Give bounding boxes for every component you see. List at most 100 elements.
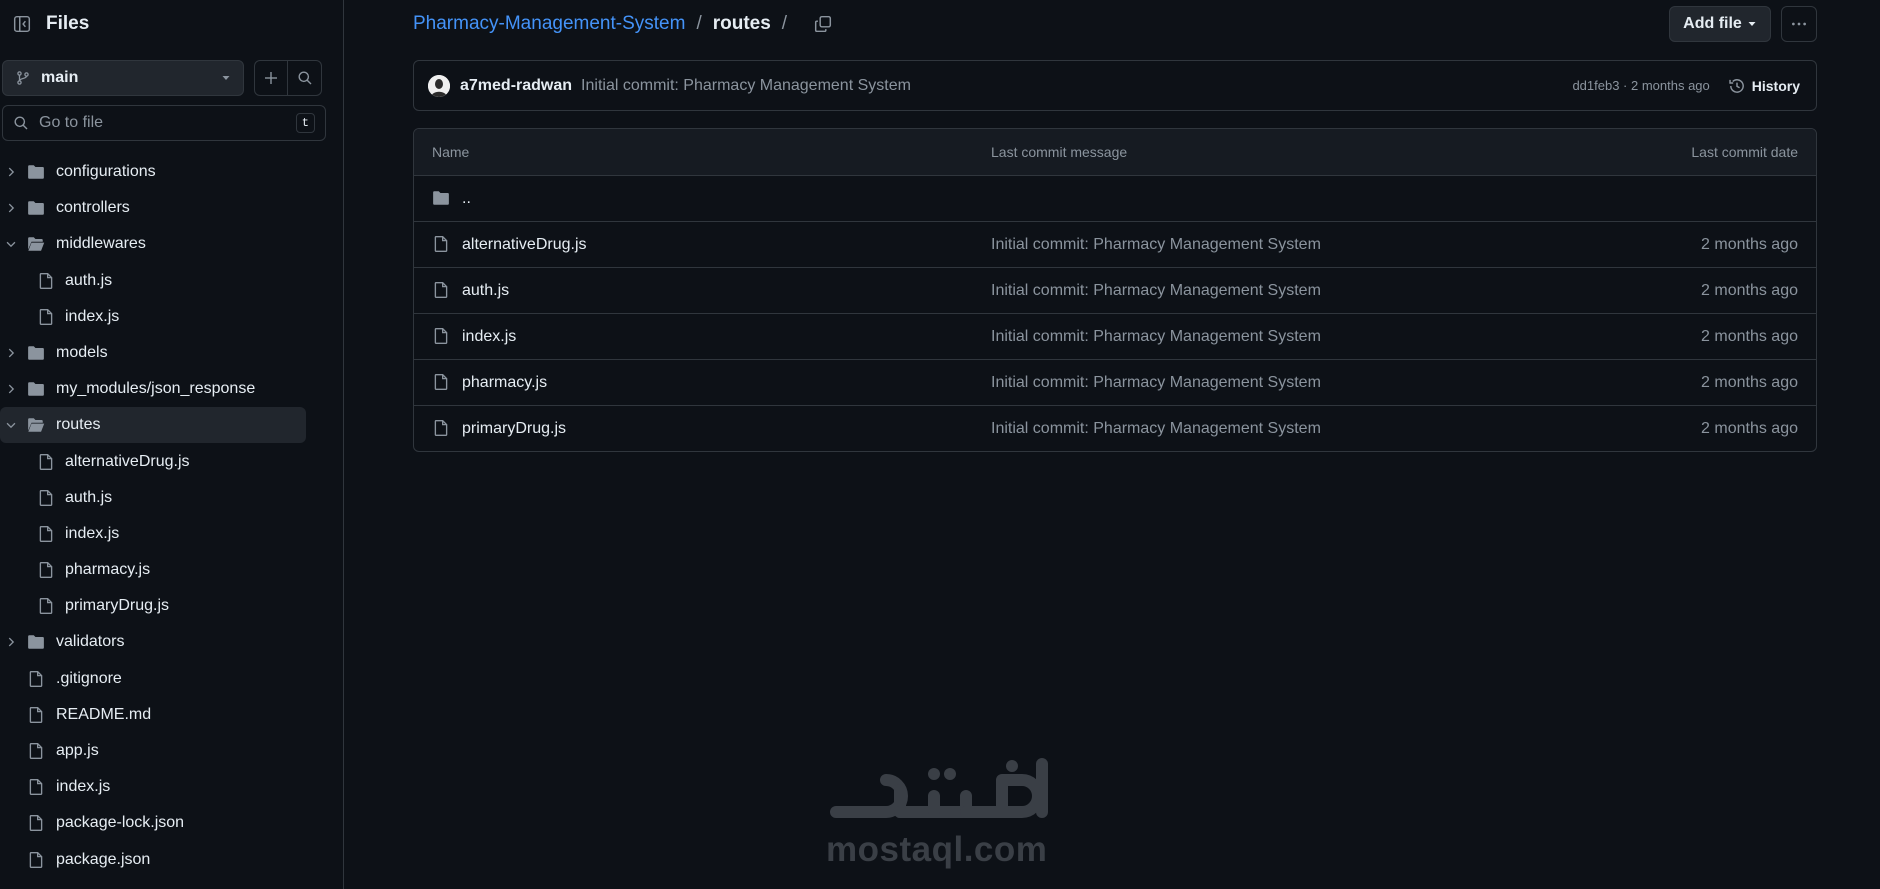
keyboard-shortcut-hint: t xyxy=(295,113,315,133)
triangle-down-icon xyxy=(1748,22,1756,26)
chevron-down-icon[interactable] xyxy=(4,418,18,432)
file-name-link[interactable]: auth.js xyxy=(462,282,509,300)
copy-path-button[interactable] xyxy=(812,13,834,35)
search-icon xyxy=(298,71,311,85)
commit-message-link[interactable]: Initial commit: Pharmacy Management Syst… xyxy=(991,236,1321,254)
chevron-down-icon[interactable] xyxy=(4,237,18,251)
column-header-date: Last commit date xyxy=(1691,144,1798,160)
folder-icon xyxy=(27,344,45,362)
file-icon xyxy=(432,373,450,391)
search-code-button[interactable] xyxy=(288,60,322,96)
parent-directory-row[interactable]: .. xyxy=(414,176,1816,222)
tree-item-label: models xyxy=(56,343,108,361)
go-to-file-input[interactable] xyxy=(37,113,296,133)
tree-folder-item[interactable]: my_modules/json_response xyxy=(0,371,320,407)
tree-file-item[interactable]: package.json xyxy=(0,842,320,878)
history-button[interactable]: History xyxy=(1728,77,1800,95)
tree-item-label: configurations xyxy=(56,163,156,180)
table-row[interactable]: alternativeDrug.js Initial commit: Pharma… xyxy=(414,222,1816,268)
go-to-file-field[interactable]: t xyxy=(2,105,326,141)
tree-file-item[interactable]: index.js xyxy=(0,299,320,335)
more-options-button[interactable] xyxy=(1781,6,1817,42)
add-file-label: Add file xyxy=(1683,15,1742,32)
branch-controls: main xyxy=(2,60,326,96)
file-icon xyxy=(27,670,45,688)
file-tree-sidebar: Files main Go to file t configurations c… xyxy=(0,0,344,889)
chevron-right-icon[interactable] xyxy=(4,346,18,360)
breadcrumb-repo-link[interactable]: Pharmacy-Management-System xyxy=(413,13,685,35)
tree-file-item[interactable]: pharmacy.js xyxy=(0,552,320,588)
breadcrumb-separator: / xyxy=(696,13,702,34)
commit-message-link[interactable]: Initial commit: Pharmacy Management Syst… xyxy=(991,328,1321,346)
column-header-message: Last commit message xyxy=(991,144,1128,160)
commit-message-link[interactable]: Initial commit: Pharmacy Management Syst… xyxy=(991,420,1321,438)
commit-message-link[interactable]: Initial commit: Pharmacy Management Syst… xyxy=(991,282,1321,300)
file-name-link[interactable]: primaryDrug.js xyxy=(462,420,566,438)
file-icon xyxy=(37,489,55,507)
sidebar-collapse-icon xyxy=(13,15,31,33)
chevron-right-icon[interactable] xyxy=(4,635,18,649)
avatar[interactable] xyxy=(428,74,450,97)
file-icon xyxy=(27,814,45,832)
tree-item-label: auth.js xyxy=(65,271,113,289)
chevron-right-icon[interactable] xyxy=(4,382,18,396)
file-name-link[interactable]: alternativeDrug.js xyxy=(462,236,587,254)
file-icon xyxy=(37,272,55,290)
folder-icon xyxy=(433,191,449,205)
add-file-button[interactable]: Add file xyxy=(1669,6,1771,42)
branch-name: main xyxy=(41,69,79,86)
tree-file-item[interactable]: auth.js xyxy=(0,263,320,299)
tree-item-label: my_modules/json_response xyxy=(56,380,256,398)
commit-message-link[interactable]: Initial commit: Pharmacy Management Syst… xyxy=(991,374,1321,392)
file-name-link[interactable]: index.js xyxy=(462,328,516,346)
copy-icon xyxy=(815,15,832,33)
chevron-right-icon[interactable] xyxy=(4,165,18,179)
directory-listing-table: Name Last commit message Last commit dat… xyxy=(413,128,1817,452)
tree-file-item[interactable]: .gitignore xyxy=(0,661,320,697)
file-name-link[interactable]: pharmacy.js xyxy=(462,374,547,392)
tree-file-item[interactable]: package-lock.json xyxy=(0,805,320,841)
tree-file-item[interactable]: README.md xyxy=(0,697,320,733)
history-icon xyxy=(1729,78,1744,93)
triangle-down-icon xyxy=(222,76,230,80)
folder-icon xyxy=(27,163,45,181)
commit-message[interactable]: Initial commit: Pharmacy Management Syst… xyxy=(581,77,1572,95)
tree-file-item[interactable]: index.js xyxy=(0,769,320,805)
commit-hash-age[interactable]: dd1feb3 · 2 months ago xyxy=(1572,78,1709,93)
mostaql-logo-watermark xyxy=(830,758,1048,818)
tree-file-item[interactable]: auth.js xyxy=(0,480,320,516)
sidebar-title: Files xyxy=(46,13,90,34)
add-file-icon-button[interactable] xyxy=(254,60,288,96)
tree-folder-item[interactable]: validators xyxy=(0,624,320,660)
file-tree: configurations controllers middlewares auth… xyxy=(0,154,320,878)
file-icon xyxy=(37,308,55,326)
table-row[interactable]: index.js Initial commit: Pharmacy Managem… xyxy=(414,314,1816,360)
chevron-right-icon[interactable] xyxy=(4,201,18,215)
branch-selector-button[interactable]: main xyxy=(2,60,244,96)
tree-folder-item[interactable]: middlewares xyxy=(0,226,320,262)
file-icon xyxy=(27,851,45,869)
tree-item-label: primaryDrug.js xyxy=(65,597,170,615)
parent-directory-link[interactable]: .. xyxy=(462,190,471,208)
table-row[interactable]: auth.js Initial commit: Pharmacy Manageme… xyxy=(414,268,1816,314)
tree-folder-item[interactable]: controllers xyxy=(0,190,320,226)
tree-folder-item[interactable]: models xyxy=(0,335,320,371)
tree-item-label: index.js xyxy=(65,307,120,325)
table-row[interactable]: primaryDrug.js Initial commit: Pharmacy M… xyxy=(414,406,1816,451)
table-row[interactable]: pharmacy.js Initial commit: Pharmacy Mana… xyxy=(414,360,1816,406)
collapse-sidebar-button[interactable] xyxy=(8,10,36,38)
file-icon xyxy=(432,281,450,299)
tree-folder-item[interactable]: configurations xyxy=(0,154,320,190)
table-header: Name Last commit message Last commit dat… xyxy=(414,129,1816,176)
tree-item-label: alternativeDrug.js xyxy=(65,452,190,470)
tree-file-item[interactable]: app.js xyxy=(0,733,320,769)
tree-file-item[interactable]: index.js xyxy=(0,516,320,552)
tree-item-label: controllers xyxy=(56,199,130,217)
tree-file-item[interactable]: alternativeDrug.js xyxy=(0,444,320,480)
commit-date: 2 months ago xyxy=(1701,373,1798,391)
tree-file-item[interactable]: primaryDrug.js xyxy=(0,588,320,624)
tree-folder-item[interactable]: routes xyxy=(0,407,306,444)
file-icon xyxy=(432,235,450,253)
commit-author[interactable]: a7med-radwan xyxy=(460,77,572,95)
tree-item-label: package.json xyxy=(56,850,151,868)
